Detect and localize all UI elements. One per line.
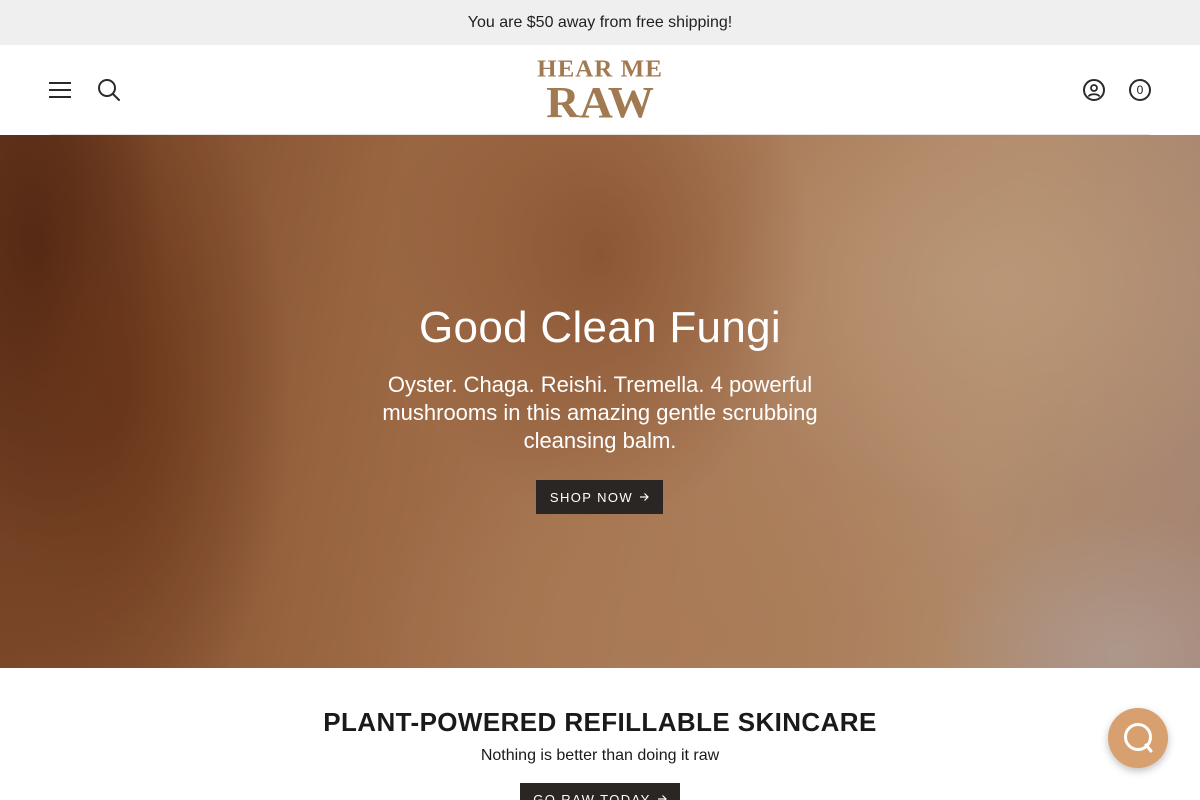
account-button[interactable] [1079,75,1109,105]
chat-button[interactable] [1108,708,1168,768]
announcement-text: You are $50 away from free shipping! [467,13,733,31]
hamburger-menu-icon [49,82,71,98]
hero-title: Good Clean Fungi [419,303,781,352]
hero-subtitle: Oyster. Chaga. Reishi. Tremella. 4 power… [382,372,818,453]
go-raw-today-button[interactable]: GO RAW TODAY [520,783,680,800]
chat-bubble-icon [1124,723,1153,753]
site-header: HEAR ME RAW 0 [0,45,1200,135]
announcement-bar: You are $50 away from free shipping! [0,0,1200,45]
arrow-right-icon [657,795,667,800]
search-icon [98,79,120,101]
cart-button[interactable]: 0 [1125,75,1155,105]
shop-now-label: SHOP NOW [549,489,634,505]
logo-line-2: RAW [546,78,654,127]
menu-button[interactable] [45,75,75,105]
site-logo[interactable]: HEAR ME RAW [530,57,670,125]
hero-banner: Good Clean Fungi Oyster. Chaga. Reishi. … [0,135,1200,668]
promo-title: PLANT-POWERED REFILLABLE SKINCARE [323,707,877,737]
go-raw-today-label: GO RAW TODAY [533,792,651,800]
arrow-right-icon [640,493,649,501]
promo-subtitle: Nothing is better than doing it raw [480,747,720,764]
shop-now-button[interactable]: SHOP NOW [536,480,663,514]
cart-count: 0 [1136,83,1144,97]
search-button[interactable] [94,75,124,105]
account-icon [1083,79,1105,101]
